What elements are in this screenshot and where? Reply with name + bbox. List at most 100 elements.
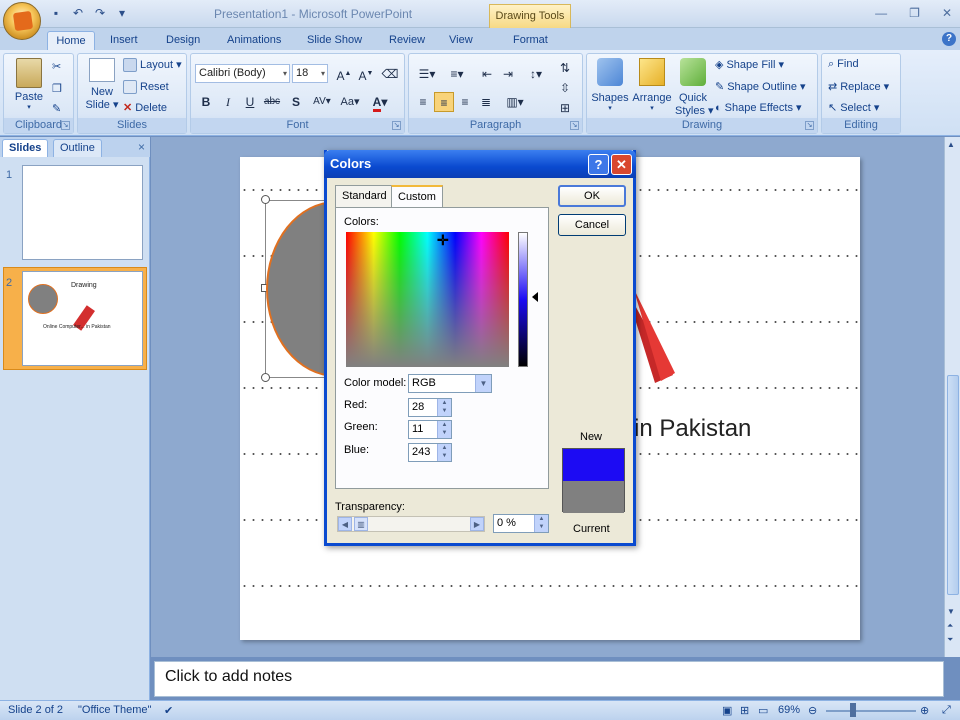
office-button[interactable] [3, 2, 41, 40]
font-launcher-icon[interactable]: ↘ [392, 121, 401, 130]
numbering-icon[interactable]: ≡▾ [443, 64, 471, 84]
slide-show-icon[interactable]: ▭ [758, 704, 768, 717]
luminance-arrow-icon[interactable] [532, 292, 538, 302]
red-spinner-icon[interactable]: ▲ ▼ [437, 399, 451, 416]
arrange-button[interactable]: Arrange ▾ [631, 58, 673, 112]
paste-button[interactable]: Paste ▾ [12, 58, 46, 111]
change-case-button[interactable]: Aa▾ [337, 92, 363, 112]
next-slide-icon[interactable]: ⏷ [947, 635, 953, 645]
shape-effects-button[interactable]: ◐ Shape Effects ▾ [715, 101, 802, 114]
reset-button[interactable]: Reset [123, 80, 169, 94]
red-input[interactable]: 28 ▲ ▼ [408, 398, 452, 417]
dialog-close-icon[interactable]: ✕ [611, 154, 632, 175]
zoom-level[interactable]: 69% [778, 704, 800, 716]
slide-text-box[interactable]: in Pakistan [634, 415, 751, 443]
italic-button[interactable]: I [218, 92, 238, 112]
tab-insert[interactable]: Insert [104, 31, 144, 50]
transparency-right-icon[interactable]: ▶ [470, 517, 484, 531]
transparency-spinner-icon[interactable]: ▲ ▼ [534, 515, 548, 532]
customize-qat-icon[interactable]: ▾ [114, 5, 130, 21]
align-text-icon[interactable]: ⇳ [555, 78, 575, 98]
vertical-scrollbar[interactable]: ▲ ▼ ⏶ ⏷ [944, 137, 960, 657]
slide-2-thumbnail[interactable]: Drawing Online Computer... in Pakistan [22, 271, 143, 366]
font-color-button[interactable]: A▾ [367, 92, 393, 112]
panel-close-icon[interactable]: × [138, 140, 145, 154]
shape-fill-button[interactable]: ◈ Shape Fill ▾ [715, 58, 784, 71]
restore-icon[interactable]: ❐ [909, 6, 920, 20]
paragraph-launcher-icon[interactable]: ↘ [570, 121, 579, 130]
select-button[interactable]: ↖ Select ▾ [828, 101, 879, 114]
delete-button[interactable]: ✕ Delete [123, 101, 167, 114]
undo-icon[interactable]: ↶ [70, 5, 86, 21]
tab-outline[interactable]: Outline [53, 139, 102, 157]
clipboard-launcher-icon[interactable]: ↘ [61, 121, 70, 130]
blue-input[interactable]: 243 ▲ ▼ [408, 443, 452, 462]
transparency-slider[interactable]: ◀ ▥ ▶ [337, 516, 485, 532]
selection-handle-bl[interactable] [261, 373, 270, 382]
tab-slides[interactable]: Slides [2, 139, 49, 157]
increase-indent-icon[interactable]: ⇥ [498, 64, 518, 84]
close-window-icon[interactable]: ✕ [942, 6, 952, 20]
normal-view-icon[interactable]: ▣ [722, 704, 732, 717]
color-model-select[interactable]: RGB ▼ [408, 374, 492, 393]
spectrum-crosshair-icon[interactable]: ✛ [437, 232, 449, 249]
align-center-icon[interactable]: ≡ [434, 92, 454, 112]
find-button[interactable]: ⌕ Find [828, 58, 859, 71]
zoom-in-icon[interactable]: ⊕ [920, 704, 929, 717]
underline-button[interactable]: U [240, 92, 260, 112]
blue-spinner-icon[interactable]: ▲ ▼ [437, 444, 451, 461]
quick-styles-button[interactable]: Quick Styles ▾ [675, 58, 714, 117]
tab-review[interactable]: Review [383, 31, 431, 50]
zoom-slider-track[interactable] [826, 710, 916, 712]
tab-format[interactable]: Format [507, 31, 554, 50]
tab-standard[interactable]: Standard [335, 185, 394, 207]
save-icon[interactable]: ▪ [48, 5, 64, 21]
luminance-slider[interactable] [518, 232, 528, 367]
color-model-dropdown-icon[interactable]: ▼ [475, 375, 491, 392]
dialog-help-icon[interactable]: ? [588, 154, 609, 175]
tab-slide-show[interactable]: Slide Show [301, 31, 368, 50]
ok-button[interactable]: OK [558, 185, 626, 207]
layout-button[interactable]: Layout ▾ [123, 58, 182, 73]
tab-custom[interactable]: Custom [391, 185, 443, 207]
green-spinner-icon[interactable]: ▲ ▼ [437, 421, 451, 438]
scroll-thumb[interactable] [947, 375, 959, 595]
tab-animations[interactable]: Animations [221, 31, 287, 50]
grow-font-icon[interactable]: A▲ [334, 64, 354, 84]
fit-to-window-icon[interactable]: ⤢ [942, 704, 951, 717]
columns-icon[interactable]: ▥▾ [501, 92, 529, 112]
shrink-font-icon[interactable]: A▼ [356, 64, 376, 84]
align-left-icon[interactable]: ≡ [413, 92, 433, 112]
slide-sorter-icon[interactable]: ⊞ [740, 704, 749, 717]
spell-check-icon[interactable]: ✔ [164, 704, 173, 717]
decrease-indent-icon[interactable]: ⇤ [477, 64, 497, 84]
new-slide-button[interactable]: New Slide ▾ [84, 58, 120, 111]
drawing-launcher-icon[interactable]: ↘ [805, 121, 814, 130]
bullets-icon[interactable]: ☰▾ [413, 64, 441, 84]
zoom-out-icon[interactable]: ⊖ [808, 704, 817, 717]
shapes-button[interactable]: Shapes ▾ [591, 58, 629, 112]
character-spacing-button[interactable]: AV▾ [309, 92, 335, 112]
zoom-slider-thumb[interactable] [850, 703, 856, 717]
tab-design[interactable]: Design [160, 31, 206, 50]
notes-pane[interactable]: Click to add notes [154, 661, 944, 697]
previous-slide-icon[interactable]: ⏶ [947, 621, 953, 631]
line-spacing-icon[interactable]: ↕▾ [522, 64, 550, 84]
font-size-combo[interactable]: 18 ▾ [292, 64, 328, 83]
align-right-icon[interactable]: ≡ [455, 92, 475, 112]
format-painter-icon[interactable]: ✎ [52, 102, 61, 115]
shape-outline-button[interactable]: ✎ Shape Outline ▾ [715, 80, 806, 93]
text-shadow-button[interactable]: S [286, 92, 306, 112]
cut-icon[interactable]: ✂ [52, 60, 61, 73]
convert-smartart-icon[interactable]: ⊞ [555, 98, 575, 118]
redo-icon[interactable]: ↷ [92, 5, 108, 21]
scroll-down-icon[interactable]: ▼ [947, 607, 955, 616]
clear-formatting-icon[interactable]: ⌫ [380, 64, 400, 84]
transparency-input[interactable]: 0 % ▲ ▼ [493, 514, 549, 533]
text-direction-icon[interactable]: ⇅ [555, 58, 575, 78]
transparency-thumb[interactable]: ▥ [354, 517, 368, 531]
green-input[interactable]: 11 ▲ ▼ [408, 420, 452, 439]
help-icon[interactable]: ? [942, 32, 956, 46]
scroll-up-icon[interactable]: ▲ [947, 140, 955, 149]
bold-button[interactable]: B [196, 92, 216, 112]
